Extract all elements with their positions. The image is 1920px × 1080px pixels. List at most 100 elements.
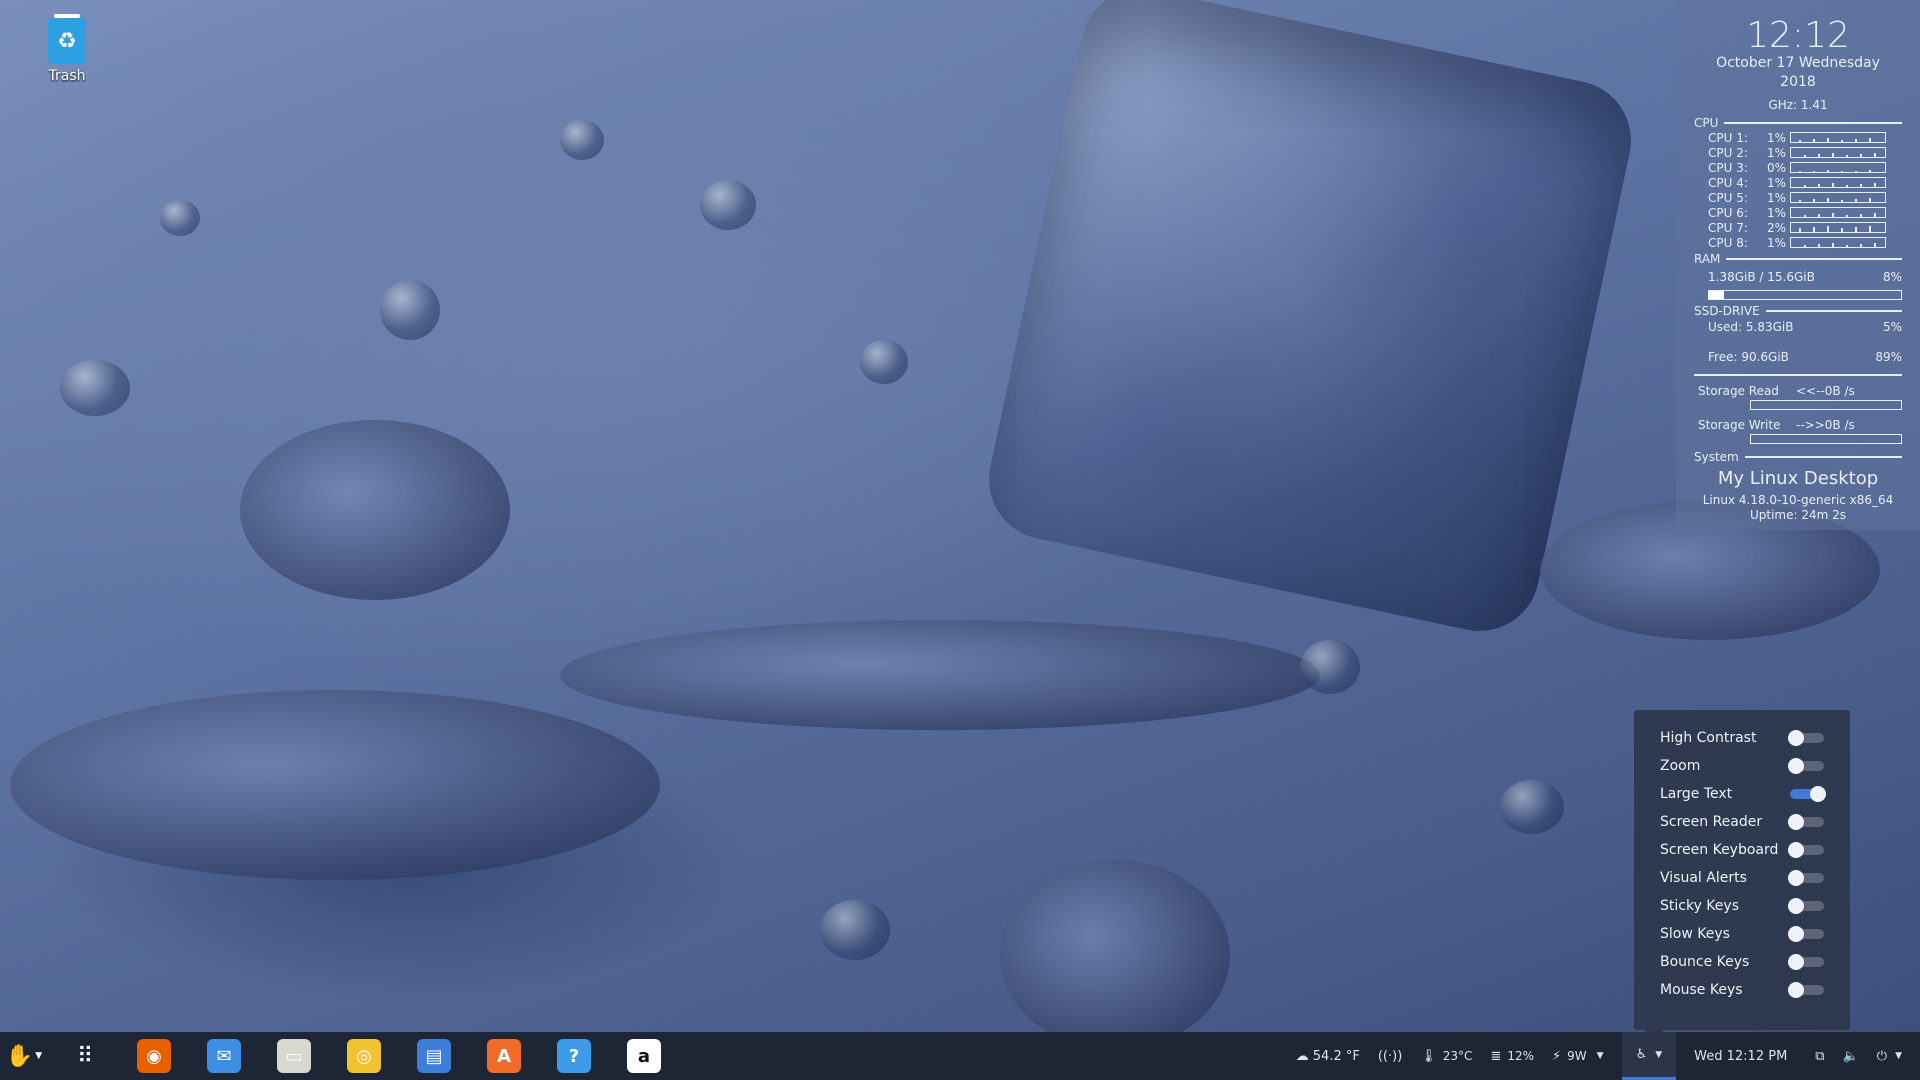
accessibility-item[interactable]: High Contrast bbox=[1634, 724, 1850, 752]
cpu-graph-spike bbox=[1846, 155, 1848, 157]
cpu-graph-spike bbox=[1869, 198, 1871, 202]
toggle-switch[interactable] bbox=[1788, 982, 1824, 998]
accessibility-item[interactable]: Mouse Keys bbox=[1634, 976, 1850, 1004]
taskbar-app-launcher[interactable]: ▭ bbox=[270, 1032, 318, 1080]
volume-indicator[interactable]: 🔈 bbox=[1843, 1049, 1859, 1064]
weather-indicator[interactable]: ☁ 54.2 °F bbox=[1296, 1049, 1360, 1064]
taskbar-app-launcher[interactable]: A bbox=[480, 1032, 528, 1080]
cpu-graph-spike bbox=[1827, 138, 1829, 142]
ram-bar-fill bbox=[1709, 291, 1725, 299]
toggle-switch[interactable] bbox=[1788, 730, 1824, 746]
cpu-graph bbox=[1790, 147, 1886, 158]
cpu-graph-spike bbox=[1827, 226, 1829, 232]
clock-indicator[interactable]: Wed 12:12 PM bbox=[1694, 1049, 1787, 1064]
thermometer-icon: 🌡 bbox=[1420, 1048, 1437, 1064]
network-indicator[interactable]: ((·)) bbox=[1378, 1049, 1402, 1064]
cpu-list: CPU 1: 1% CPU 2: 1% CPU 3: 0% CPU 4: 1% CPU 5: 1%… bbox=[1676, 130, 1920, 250]
wifi-icon: ((·)) bbox=[1377, 1048, 1403, 1064]
files-icon: ▭ bbox=[277, 1039, 311, 1073]
trash-desktop-icon[interactable]: ♻ Trash bbox=[42, 14, 92, 84]
accessibility-item[interactable]: Bounce Keys bbox=[1634, 948, 1850, 976]
network-icon: ⧉ bbox=[1815, 1048, 1825, 1064]
weather-temp: 54.2 °F bbox=[1312, 1048, 1360, 1064]
app-menu-button[interactable]: ✋ ▼ bbox=[0, 1032, 48, 1080]
accessibility-item-label: Sticky Keys bbox=[1660, 898, 1739, 914]
cpu-graph-spike bbox=[1818, 214, 1820, 217]
toggle-switch[interactable] bbox=[1788, 814, 1824, 830]
taskbar-app-launcher[interactable]: ? bbox=[550, 1032, 598, 1080]
chevron-down-icon: ▼ bbox=[35, 1051, 43, 1061]
accessibility-item[interactable]: Screen Keyboard bbox=[1634, 836, 1850, 864]
cpu-graph-spike bbox=[1818, 244, 1820, 247]
toggle-switch[interactable] bbox=[1788, 954, 1824, 970]
cpu-graph-spike bbox=[1832, 153, 1834, 157]
accessibility-item[interactable]: Screen Reader bbox=[1634, 808, 1850, 836]
power-indicator[interactable]: ⚡ 9W ▼ bbox=[1552, 1049, 1604, 1064]
power-menu[interactable]: ⏻ ▼ bbox=[1877, 1049, 1902, 1064]
cpu-graph-spike bbox=[1813, 227, 1815, 232]
cpu-label: CPU 2: bbox=[1708, 145, 1748, 160]
wallpaper-droplet bbox=[700, 180, 756, 230]
cpu-graph bbox=[1790, 222, 1886, 233]
power-icon: ⏻ bbox=[1876, 1048, 1888, 1064]
cpu-temp: 23°C bbox=[1442, 1049, 1473, 1063]
taskbar-app-launcher[interactable]: a bbox=[620, 1032, 668, 1080]
cpu-percent: 1% bbox=[1766, 175, 1786, 190]
cpu-percent: 1% bbox=[1766, 205, 1786, 220]
cpu-percent: 0% bbox=[1766, 160, 1786, 175]
cpu-label: CPU 1: bbox=[1708, 130, 1748, 145]
ssd-free: Free: 90.6GiB 89% bbox=[1708, 350, 1902, 366]
storage-write-label: Storage Write bbox=[1698, 418, 1781, 432]
taskbar-app-launcher[interactable]: ✉ bbox=[200, 1032, 248, 1080]
taskbar-app-launcher[interactable]: ▤ bbox=[410, 1032, 458, 1080]
accessibility-item[interactable]: Slow Keys bbox=[1634, 920, 1850, 948]
show-apps-button[interactable]: ⠿ bbox=[60, 1032, 108, 1080]
accessibility-indicator[interactable]: ♿ ▼ bbox=[1621, 1032, 1677, 1080]
accessibility-item[interactable]: Zoom bbox=[1634, 752, 1850, 780]
wallpaper-puddle bbox=[1000, 860, 1230, 1050]
cpu-graph-spike bbox=[1813, 139, 1815, 142]
wallpaper-droplet bbox=[60, 360, 130, 416]
cpu-graph-spike bbox=[1869, 226, 1871, 232]
ssd-free-label: Free: 90.6GiB bbox=[1708, 350, 1789, 364]
cpu-graph bbox=[1790, 237, 1886, 248]
toggle-switch[interactable] bbox=[1788, 926, 1824, 942]
cpu-row: CPU 1: 1% bbox=[1708, 130, 1920, 145]
cpu-graph-spike bbox=[1846, 215, 1848, 217]
ram-bar bbox=[1708, 290, 1902, 300]
taskbar-datetime: Wed 12:12 PM bbox=[1694, 1048, 1788, 1064]
cpu-graph-spike bbox=[1841, 200, 1843, 202]
taskbar: ✋ ▼ ⠿ ◉ ✉ ▭ ◎ ▤ A? a ☁ 54.2 °F ((·)) 🌡 23°C ≣ 1… bbox=[0, 1032, 1920, 1080]
toggle-switch[interactable] bbox=[1788, 842, 1824, 858]
storage-write: Storage Write -->>0B /s bbox=[1698, 418, 1902, 432]
toggle-switch[interactable] bbox=[1788, 898, 1824, 914]
cpu-graph bbox=[1790, 132, 1886, 143]
network-wired-indicator[interactable]: ⧉ bbox=[1815, 1049, 1824, 1064]
cpu-graph-spike bbox=[1827, 170, 1829, 172]
wallpaper-droplet bbox=[160, 200, 200, 236]
ssd-used-percent: 5% bbox=[1882, 320, 1902, 334]
cpu-graph-spike bbox=[1818, 154, 1820, 157]
trash-label: Trash bbox=[48, 68, 86, 84]
accessibility-item[interactable]: Large Text bbox=[1634, 780, 1850, 808]
toggle-switch[interactable] bbox=[1790, 786, 1826, 802]
toggle-switch[interactable] bbox=[1788, 758, 1824, 774]
disk-indicator[interactable]: ≣ 12% bbox=[1490, 1049, 1534, 1064]
temperature-indicator[interactable]: 🌡 23°C bbox=[1420, 1049, 1472, 1064]
kernel-version: Linux 4.18.0-10-generic x86_64 bbox=[1702, 493, 1894, 507]
wallpaper-puddle bbox=[560, 620, 1320, 730]
cpu-label: CPU 7: bbox=[1708, 220, 1748, 235]
accessibility-item-label: Bounce Keys bbox=[1660, 954, 1750, 970]
cpu-graph-spike bbox=[1869, 170, 1871, 172]
toggle-switch[interactable] bbox=[1788, 870, 1824, 886]
taskbar-app-launcher[interactable]: ◎ bbox=[340, 1032, 388, 1080]
taskbar-app-launcher[interactable]: ◉ bbox=[130, 1032, 178, 1080]
cpu-graph-spike bbox=[1846, 185, 1848, 187]
cpu-title: CPU bbox=[1694, 116, 1719, 130]
accessibility-item[interactable]: Sticky Keys bbox=[1634, 892, 1850, 920]
cpu-graph-spike bbox=[1804, 155, 1806, 157]
cpu-row: CPU 7: 2% bbox=[1708, 220, 1920, 235]
accessibility-item[interactable]: Visual Alerts bbox=[1634, 864, 1850, 892]
cpu-row: CPU 4: 1% bbox=[1708, 175, 1920, 190]
cpu-percent: 1% bbox=[1766, 235, 1786, 250]
